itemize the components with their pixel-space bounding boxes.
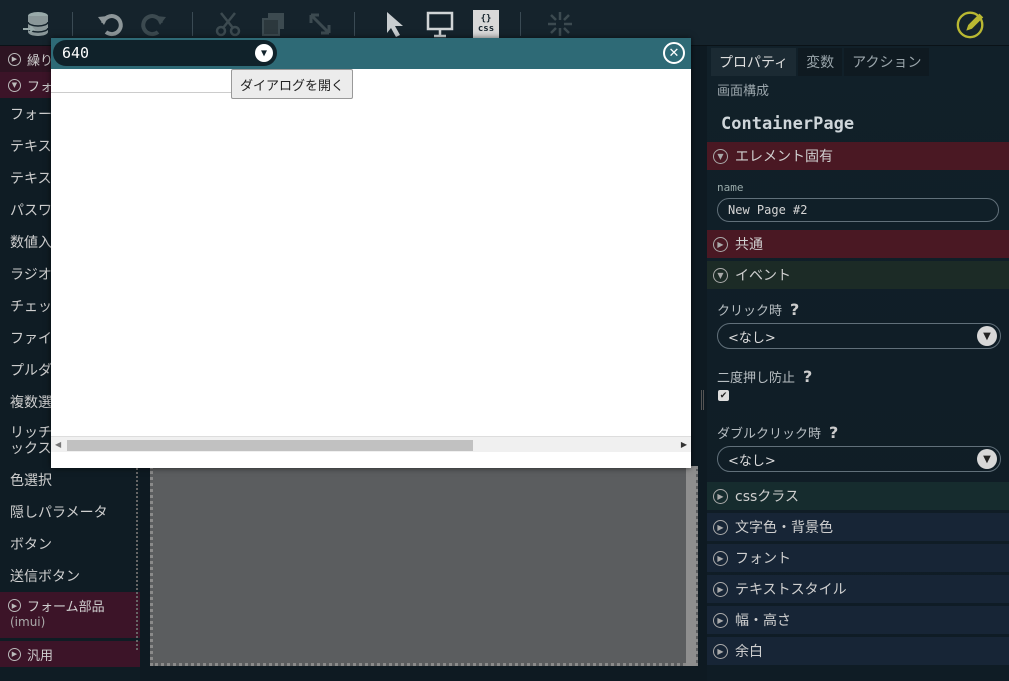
- css-label: css: [477, 24, 495, 34]
- help-icon[interactable]: ?: [829, 423, 838, 442]
- click-label: クリック時 ?: [717, 300, 800, 319]
- expand-icon: ▶: [713, 236, 728, 252]
- sparkle-icon[interactable]: [544, 8, 576, 40]
- section-element[interactable]: ▼ エレメント固有: [707, 142, 1009, 170]
- horizontal-scrollbar[interactable]: ◀ ▶: [51, 436, 691, 452]
- double-click-action-select[interactable]: <なし> ▼: [717, 446, 1001, 472]
- help-icon[interactable]: ?: [803, 367, 812, 386]
- expand-icon: ▶: [8, 647, 21, 661]
- tab-properties[interactable]: プロパティ: [711, 48, 797, 76]
- cut-icon[interactable]: [212, 8, 244, 40]
- tab-variables[interactable]: 変数: [798, 48, 843, 76]
- double-click-label: ダブルクリック時 ?: [717, 423, 839, 442]
- edit-icon[interactable]: [955, 8, 987, 40]
- design-canvas[interactable]: [150, 466, 698, 666]
- name-input[interactable]: New Page #2: [717, 198, 999, 222]
- section-margin[interactable]: ▶ 余白: [707, 637, 1009, 665]
- panel-splitter[interactable]: [701, 390, 704, 410]
- palette-section-form-parts[interactable]: ▶ フォーム部品 (imui): [0, 592, 140, 638]
- dialog-header: 640 ▼ ✕: [51, 38, 691, 69]
- scroll-right-icon[interactable]: ▶: [681, 440, 687, 449]
- width-select[interactable]: 640 ▼: [53, 40, 277, 66]
- section-text-style[interactable]: ▶ テキストスタイル: [707, 575, 1009, 603]
- properties-panel: プロパティ 変数 アクション 画面構成 ContainerPage ▼ エレメン…: [707, 46, 1009, 681]
- expand-icon: ▶: [713, 519, 728, 535]
- chevron-down-icon: ▼: [977, 326, 997, 346]
- palette-item[interactable]: 隠しパラメータ: [0, 496, 140, 528]
- pointer-icon[interactable]: [378, 8, 410, 40]
- preview-text-input[interactable]: [51, 69, 231, 93]
- scrollbar-thumb[interactable]: [67, 440, 473, 451]
- palette-item[interactable]: 色選択: [0, 464, 140, 496]
- palette-item[interactable]: ボタン: [0, 528, 140, 560]
- click-action-select[interactable]: <なし> ▼: [717, 323, 1001, 349]
- scroll-left-icon[interactable]: ◀: [55, 440, 61, 449]
- component-name: ContainerPage: [721, 114, 855, 134]
- expand-icon: ▶: [713, 643, 728, 659]
- expand-icon: ▶: [713, 612, 728, 628]
- section-size[interactable]: ▶ 幅・高さ: [707, 606, 1009, 634]
- close-icon[interactable]: ✕: [663, 42, 685, 64]
- preview-icon[interactable]: [424, 8, 456, 40]
- expand-icon: ▶: [8, 599, 21, 612]
- double-press-label: 二度押し防止 ?: [717, 367, 813, 386]
- dialog-body: ダイアログを開く ◀ ▶: [51, 69, 691, 452]
- section-common[interactable]: ▶ 共通: [707, 230, 1009, 258]
- expand-icon: ▶: [713, 550, 728, 566]
- collapse-icon: ▼: [713, 267, 728, 283]
- double-press-checkbox[interactable]: ✔: [718, 390, 729, 401]
- collapse-icon: ▼: [8, 78, 21, 92]
- chevron-down-icon: ▼: [255, 44, 273, 62]
- palette-section-general[interactable]: ▶ 汎用: [0, 641, 140, 667]
- copy-icon[interactable]: [258, 8, 290, 40]
- name-label: name: [717, 181, 744, 194]
- help-icon[interactable]: ?: [790, 300, 799, 319]
- section-event[interactable]: ▼ イベント: [707, 261, 1009, 289]
- database-icon[interactable]: [22, 8, 54, 40]
- chevron-down-icon: ▼: [977, 449, 997, 469]
- tab-screen-structure[interactable]: 画面構成: [707, 76, 1009, 100]
- move-icon[interactable]: [304, 8, 336, 40]
- expand-icon: ▶: [713, 581, 728, 597]
- properties-tabs: プロパティ 変数 アクション: [707, 46, 1009, 76]
- section-font[interactable]: ▶ フォント: [707, 544, 1009, 572]
- section-color[interactable]: ▶ 文字色・背景色: [707, 513, 1009, 541]
- undo-icon[interactable]: [94, 8, 126, 40]
- collapse-icon: ▼: [713, 148, 728, 164]
- redo-icon[interactable]: [138, 8, 170, 40]
- preview-dialog: 640 ▼ ✕ ダイアログを開く ◀ ▶: [51, 38, 691, 468]
- palette-divider: [136, 460, 138, 650]
- open-dialog-button[interactable]: ダイアログを開く: [231, 69, 354, 99]
- section-css-class[interactable]: ▶ cssクラス: [707, 482, 1009, 510]
- tab-actions[interactable]: アクション: [844, 48, 930, 76]
- css-icon[interactable]: {} css: [470, 8, 502, 40]
- canvas-scrollbar[interactable]: [686, 466, 696, 666]
- palette-item[interactable]: 送信ボタン: [0, 560, 140, 592]
- expand-icon: ▶: [8, 52, 21, 66]
- expand-icon: ▶: [713, 488, 728, 504]
